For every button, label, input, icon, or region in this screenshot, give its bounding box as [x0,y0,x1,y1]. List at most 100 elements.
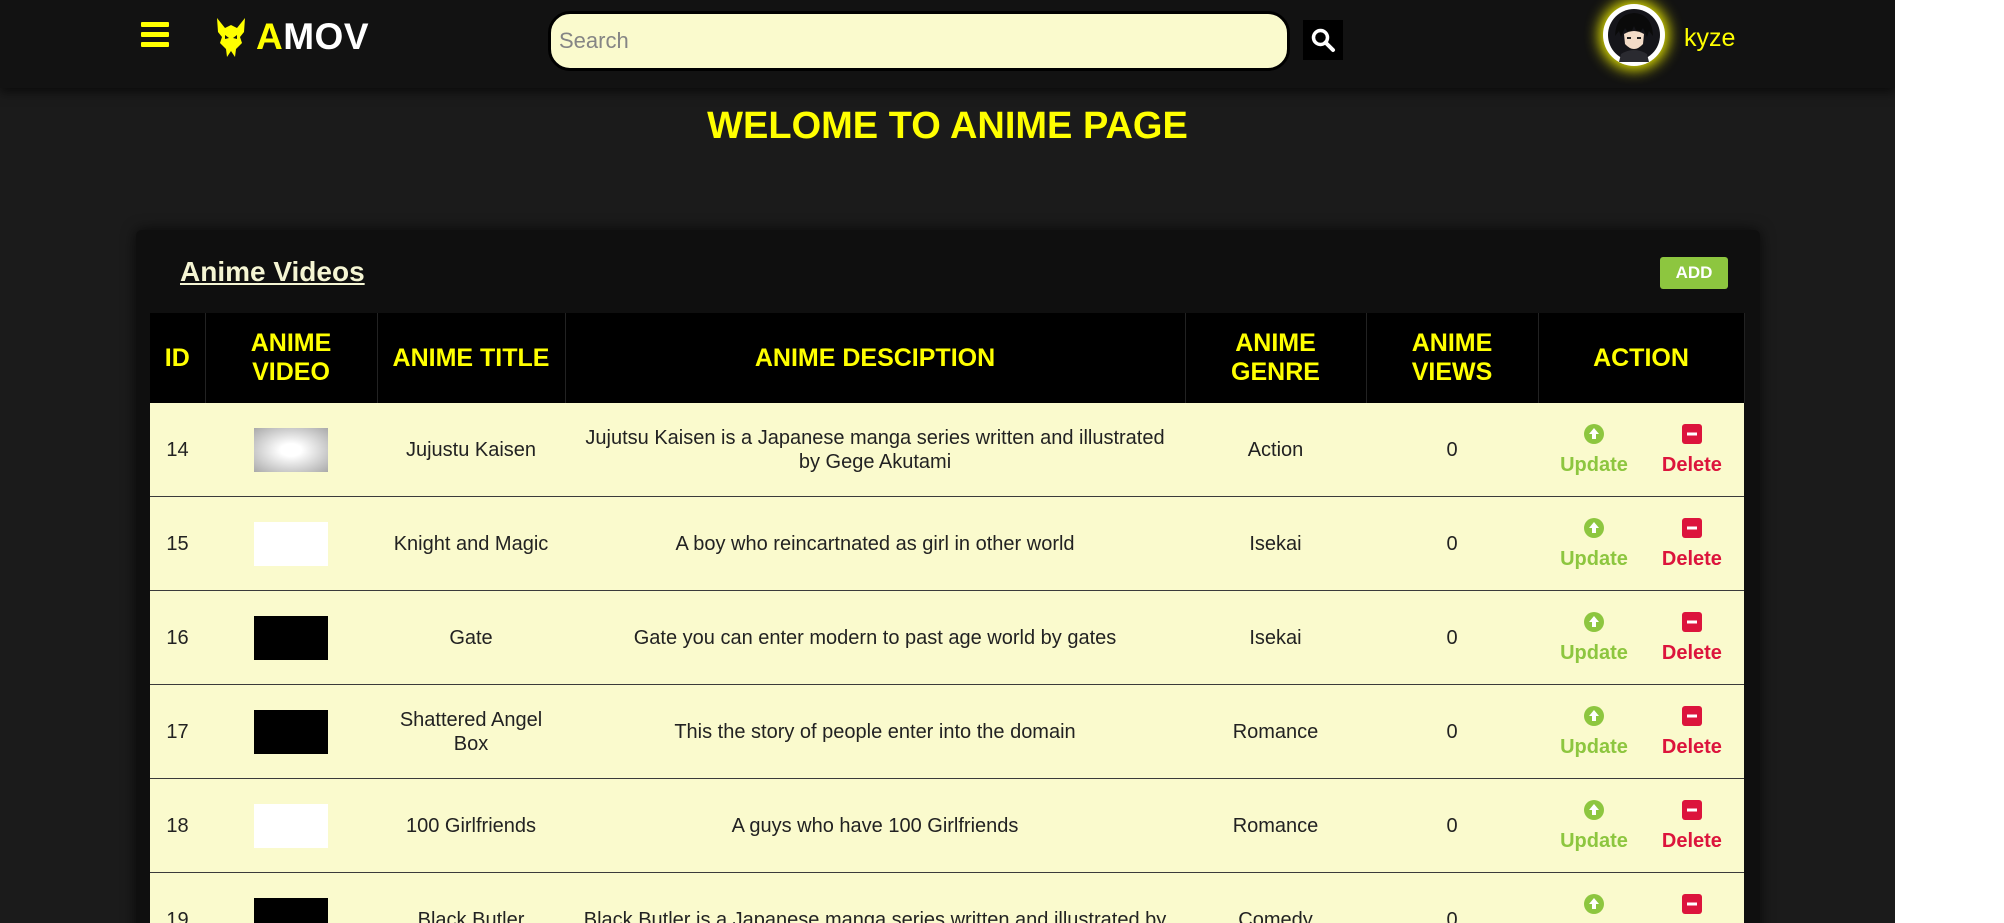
delete-label: Delete [1661,641,1722,664]
update-label: Update [1560,547,1628,570]
avatar-image [1608,9,1660,62]
cell-action: Update Delete [1538,590,1744,685]
row-actions: Update Delete [1546,893,1736,923]
update-button[interactable]: Update [1560,893,1628,923]
delete-button[interactable]: Delete [1662,517,1722,571]
cell-video [205,872,377,923]
section-title[interactable]: Anime Videos [180,256,365,288]
search-input[interactable] [548,11,1290,71]
cell-views: 0 [1366,778,1538,873]
navbar: AMOV kyze [0,0,1895,88]
table-row: 18 100 Girlfriends A guys who have 100 Gir… [150,778,1744,873]
hamburger-menu-icon[interactable] [141,20,169,48]
cell-id: 19 [150,872,205,923]
delete-button[interactable]: Delete [1662,423,1722,477]
row-actions: Update Delete [1546,423,1736,477]
update-button[interactable]: Update [1560,517,1628,571]
cell-description: This the story of people enter into the … [565,684,1185,779]
cell-genre: Comedy [1185,872,1366,923]
header-anime-description: ANIME DESCIPTION [565,313,1186,403]
cell-title: Gate [377,590,565,685]
brand-name-rest: MOV [283,16,370,57]
arrow-up-circle-icon [1583,517,1604,538]
header-id: ID [150,313,206,403]
update-button[interactable]: Update [1560,423,1628,477]
delete-button[interactable]: Delete [1662,611,1722,665]
cell-views: 0 [1366,590,1538,685]
cell-title: Shattered Angel Box [377,684,565,779]
cell-id: 14 [150,403,205,497]
cell-action: Update Delete [1538,684,1744,779]
cell-id: 17 [150,684,205,779]
video-thumbnail[interactable] [254,427,328,472]
avatar[interactable] [1603,4,1665,66]
cell-genre: Isekai [1185,496,1366,591]
search-icon [1311,28,1335,52]
update-label: Update [1560,641,1628,664]
anime-videos-card: Anime Videos ADD ID ANIME VIDEO ANIME TI… [136,230,1760,923]
arrow-up-circle-icon [1583,423,1604,444]
search-button[interactable] [1303,20,1343,60]
minus-square-icon [1681,611,1702,632]
cell-action: Update Delete [1538,496,1744,591]
cell-views: 0 [1366,872,1538,923]
brand-logo[interactable]: AMOV [214,14,369,60]
header-anime-video: ANIME VIDEO [205,313,378,403]
page-title: WELOME TO ANIME PAGE [707,105,1188,147]
header-anime-views: ANIME VIEWS [1366,313,1539,403]
table-body: 14 Jujustu Kaisen Jujutsu Kaisen is a Japa… [150,403,1744,923]
table-header-row: ID ANIME VIDEO ANIME TITLE ANIME DESCIPT… [150,313,1745,403]
minus-square-icon [1681,517,1702,538]
table-row: 16 Gate Gate you can enter modern to past … [150,590,1744,685]
add-button[interactable]: ADD [1660,257,1728,289]
cell-views: 0 [1366,496,1538,591]
brand-name: AMOV [256,16,369,58]
cell-views: 0 [1366,684,1538,779]
cell-description: A guys who have 100 Girlfriends [565,778,1185,873]
cell-video [205,403,377,497]
cell-video [205,684,377,779]
brand-name-first-letter: A [256,16,284,57]
cell-description: Black Butler is a Japanese manga series … [565,872,1185,923]
video-thumbnail[interactable] [254,897,328,923]
cell-views: 0 [1366,403,1538,497]
video-thumbnail[interactable] [254,521,328,566]
header-action: ACTION [1538,313,1745,403]
cell-description: A boy who reincartnated as girl in other… [565,496,1185,591]
minus-square-icon [1681,799,1702,820]
cell-video [205,778,377,873]
video-thumbnail[interactable] [254,803,328,848]
update-button[interactable]: Update [1560,705,1628,759]
update-button[interactable]: Update [1560,611,1628,665]
header-anime-genre: ANIME GENRE [1185,313,1367,403]
anime-table: ID ANIME VIDEO ANIME TITLE ANIME DESCIPT… [150,313,1745,923]
cell-genre: Isekai [1185,590,1366,685]
delete-button[interactable]: Delete [1662,893,1722,923]
cell-genre: Romance [1185,778,1366,873]
cell-title: 100 Girlfriends [377,778,565,873]
delete-label: Delete [1661,829,1722,852]
update-label: Update [1560,735,1628,758]
delete-label: Delete [1661,453,1722,476]
table-row: 15 Knight and Magic A boy who reincartnate… [150,496,1744,591]
update-button[interactable]: Update [1560,799,1628,853]
minus-square-icon [1681,705,1702,726]
video-thumbnail[interactable] [254,615,328,660]
username[interactable]: kyze [1684,24,1735,53]
cell-title: Jujustu Kaisen [377,403,565,497]
row-actions: Update Delete [1546,611,1736,665]
video-thumbnail[interactable] [254,709,328,754]
arrow-up-circle-icon [1583,893,1604,914]
row-actions: Update Delete [1546,799,1736,853]
cell-video [205,590,377,685]
delete-button[interactable]: Delete [1662,799,1722,853]
cell-genre: Romance [1185,684,1366,779]
table-row: 14 Jujustu Kaisen Jujutsu Kaisen is a Japa… [150,403,1744,497]
cell-action: Update Delete [1538,403,1744,497]
delete-label: Delete [1661,547,1722,570]
delete-button[interactable]: Delete [1662,705,1722,759]
header-anime-title: ANIME TITLE [377,313,566,403]
minus-square-icon [1681,423,1702,444]
cell-id: 16 [150,590,205,685]
cell-title: Knight and Magic [377,496,565,591]
